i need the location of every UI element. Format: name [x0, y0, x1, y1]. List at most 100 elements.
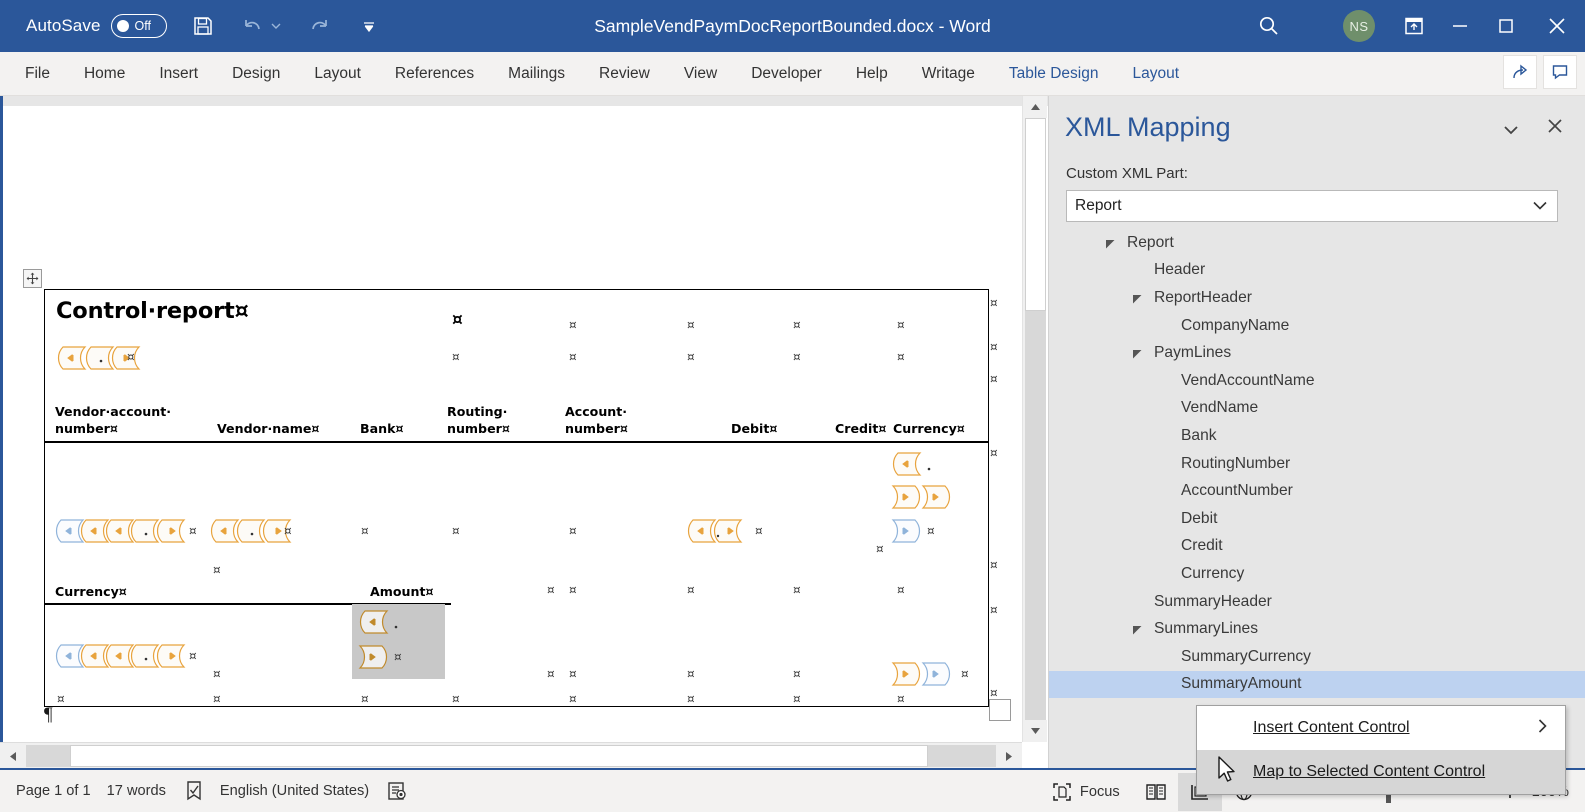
xml-tree-item[interactable]: RoutingNumber — [1049, 450, 1585, 478]
tab-writage[interactable]: Writage — [905, 52, 992, 96]
tab-review[interactable]: Review — [582, 52, 667, 96]
tab-view[interactable]: View — [667, 52, 734, 96]
xml-tree-item[interactable]: AccountNumber — [1049, 477, 1585, 505]
control-report-table[interactable]: Control·report¤ ¤ ¤ ¤ ¤ ¤ ¤ ¤ ¤ ¤ ¤ ¤ Ve… — [44, 289, 989, 707]
tab-table-design[interactable]: Table Design — [992, 52, 1116, 96]
content-control-summary-lines-repeating[interactable] — [53, 642, 253, 670]
custom-xml-part-select[interactable]: Report — [1066, 190, 1558, 222]
tree-expander-icon[interactable] — [1132, 623, 1144, 635]
menu-item-insert-content-control[interactable]: Insert Content Control — [1197, 706, 1565, 750]
xml-tree-item[interactable]: ReportHeader — [1049, 284, 1585, 312]
xml-tree-item[interactable]: SummaryCurrency — [1049, 643, 1585, 671]
xml-tree-item[interactable]: VendAccountName — [1049, 367, 1585, 395]
undo-dropdown-icon[interactable] — [269, 12, 283, 40]
content-control-vend-name[interactable] — [208, 517, 318, 545]
word-count-status[interactable]: 17 words — [107, 783, 166, 799]
menu-item-map-to-selected-content-control[interactable]: Map to Selected Content Control — [1197, 750, 1565, 794]
scroll-down-button[interactable] — [1023, 720, 1047, 742]
xml-tree-item[interactable]: Bank — [1049, 422, 1585, 450]
xml-tree-item[interactable]: VendName — [1049, 395, 1585, 423]
cell-mark: ¤ — [793, 318, 801, 332]
content-control-currency-close-pair[interactable] — [890, 483, 970, 511]
cell-mark: ¤ — [793, 667, 801, 681]
content-control-company-name[interactable] — [55, 344, 150, 372]
xml-tree-item[interactable]: SummaryAmount — [1049, 670, 1585, 699]
close-icon[interactable] — [1529, 0, 1585, 52]
xml-tree-item[interactable]: Currency — [1049, 560, 1585, 588]
content-control-currency-open[interactable] — [890, 450, 942, 478]
xml-tree-item[interactable]: Credit — [1049, 533, 1585, 561]
cell-mark: ¤ — [569, 692, 577, 706]
column-header-routing-number: Routing· number¤ — [447, 403, 510, 437]
xml-tree-item[interactable]: Header — [1049, 257, 1585, 285]
content-control-summary-amount-open[interactable] — [357, 608, 409, 636]
scroll-right-button[interactable] — [996, 743, 1022, 769]
focus-mode-icon[interactable] — [1052, 782, 1072, 802]
xml-tree-item[interactable]: SummaryLines — [1049, 615, 1585, 643]
tree-expander-icon[interactable] — [1132, 347, 1144, 359]
content-control-debit[interactable] — [685, 517, 765, 545]
horizontal-scrollbar[interactable] — [0, 742, 1022, 769]
xml-tree-item[interactable]: Debit — [1049, 505, 1585, 533]
tree-expander-icon[interactable] — [1132, 292, 1144, 304]
share-icon[interactable] — [1503, 55, 1537, 89]
accessibility-checker-icon[interactable] — [387, 781, 407, 801]
xml-tree-item[interactable]: PaymLines — [1049, 339, 1585, 367]
tree-expander-icon[interactable] — [1105, 237, 1117, 249]
close-icon[interactable] — [1547, 118, 1563, 139]
language-status[interactable]: English (United States) — [220, 783, 369, 799]
column-header-vendor-account-number: Vendor·account· number¤ — [55, 403, 171, 437]
xml-tree-item-label: PaymLines — [1154, 344, 1232, 362]
read-mode-icon[interactable] — [1134, 773, 1178, 811]
tab-design[interactable]: Design — [215, 52, 297, 96]
horizontal-scroll-track-left[interactable] — [26, 745, 70, 767]
horizontal-scroll-track-right[interactable] — [928, 745, 996, 767]
autosave-toggle-group[interactable]: AutoSave Off — [26, 14, 167, 38]
tab-references[interactable]: References — [378, 52, 491, 96]
tab-mailings[interactable]: Mailings — [491, 52, 582, 96]
xml-tree-item-label: ReportHeader — [1154, 288, 1252, 306]
save-icon[interactable] — [189, 12, 217, 40]
tab-file[interactable]: File — [8, 52, 67, 96]
tab-table-layout[interactable]: Layout — [1115, 52, 1196, 96]
redo-icon[interactable] — [305, 12, 333, 40]
undo-icon[interactable] — [239, 12, 267, 40]
page-number-status[interactable]: Page 1 of 1 — [16, 783, 91, 799]
proofing-errors-icon[interactable] — [184, 780, 204, 802]
vertical-scrollbar[interactable] — [1022, 96, 1047, 742]
ribbon-display-options-icon[interactable] — [1391, 0, 1437, 52]
tab-layout[interactable]: Layout — [297, 52, 378, 96]
tab-help[interactable]: Help — [839, 52, 905, 96]
focus-label[interactable]: Focus — [1080, 784, 1120, 800]
xml-tree-item-label: Debit — [1181, 509, 1218, 527]
xml-element-tree[interactable]: Report Header ReportHeader CompanyName PaymL… — [1049, 229, 1585, 699]
table-move-handle-icon[interactable] — [23, 269, 42, 288]
tab-insert[interactable]: Insert — [142, 52, 215, 96]
chevron-down-icon[interactable] — [1533, 197, 1547, 215]
autosave-toggle[interactable]: Off — [110, 14, 167, 38]
comments-icon[interactable] — [1543, 55, 1577, 89]
row-end-mark: ¤ — [990, 340, 998, 354]
horizontal-scroll-thumb[interactable] — [70, 745, 928, 767]
xml-tree-item[interactable]: SummaryHeader — [1049, 588, 1585, 616]
tab-home[interactable]: Home — [67, 52, 142, 96]
cell-mark: ¤ — [897, 318, 905, 332]
chevron-down-icon[interactable] — [1503, 122, 1519, 140]
customize-quick-access-toolbar-icon[interactable] — [355, 12, 383, 40]
vertical-scroll-thumb[interactable] — [1025, 118, 1046, 311]
avatar[interactable]: NS — [1343, 10, 1375, 42]
column-header-currency: Currency¤ — [893, 421, 965, 436]
minimize-icon[interactable] — [1437, 0, 1483, 52]
scroll-up-button[interactable] — [1023, 96, 1047, 118]
document-page[interactable]: Control·report¤ ¤ ¤ ¤ ¤ ¤ ¤ ¤ ¤ ¤ ¤ ¤ Ve… — [3, 106, 1025, 746]
restore-icon[interactable] — [1483, 0, 1529, 52]
xml-tree-item[interactable]: Report — [1049, 229, 1585, 257]
document-canvas[interactable]: Control·report¤ ¤ ¤ ¤ ¤ ¤ ¤ ¤ ¤ ¤ ¤ ¤ Ve… — [0, 96, 1048, 768]
cell-mark: ¤ — [394, 650, 402, 664]
xml-tree-item[interactable]: CompanyName — [1049, 312, 1585, 340]
custom-xml-part-value: Report — [1075, 197, 1122, 214]
vertical-scroll-track[interactable] — [1025, 311, 1046, 720]
scroll-left-button[interactable] — [0, 743, 26, 769]
search-icon[interactable] — [1255, 12, 1283, 40]
tab-developer[interactable]: Developer — [734, 52, 839, 96]
